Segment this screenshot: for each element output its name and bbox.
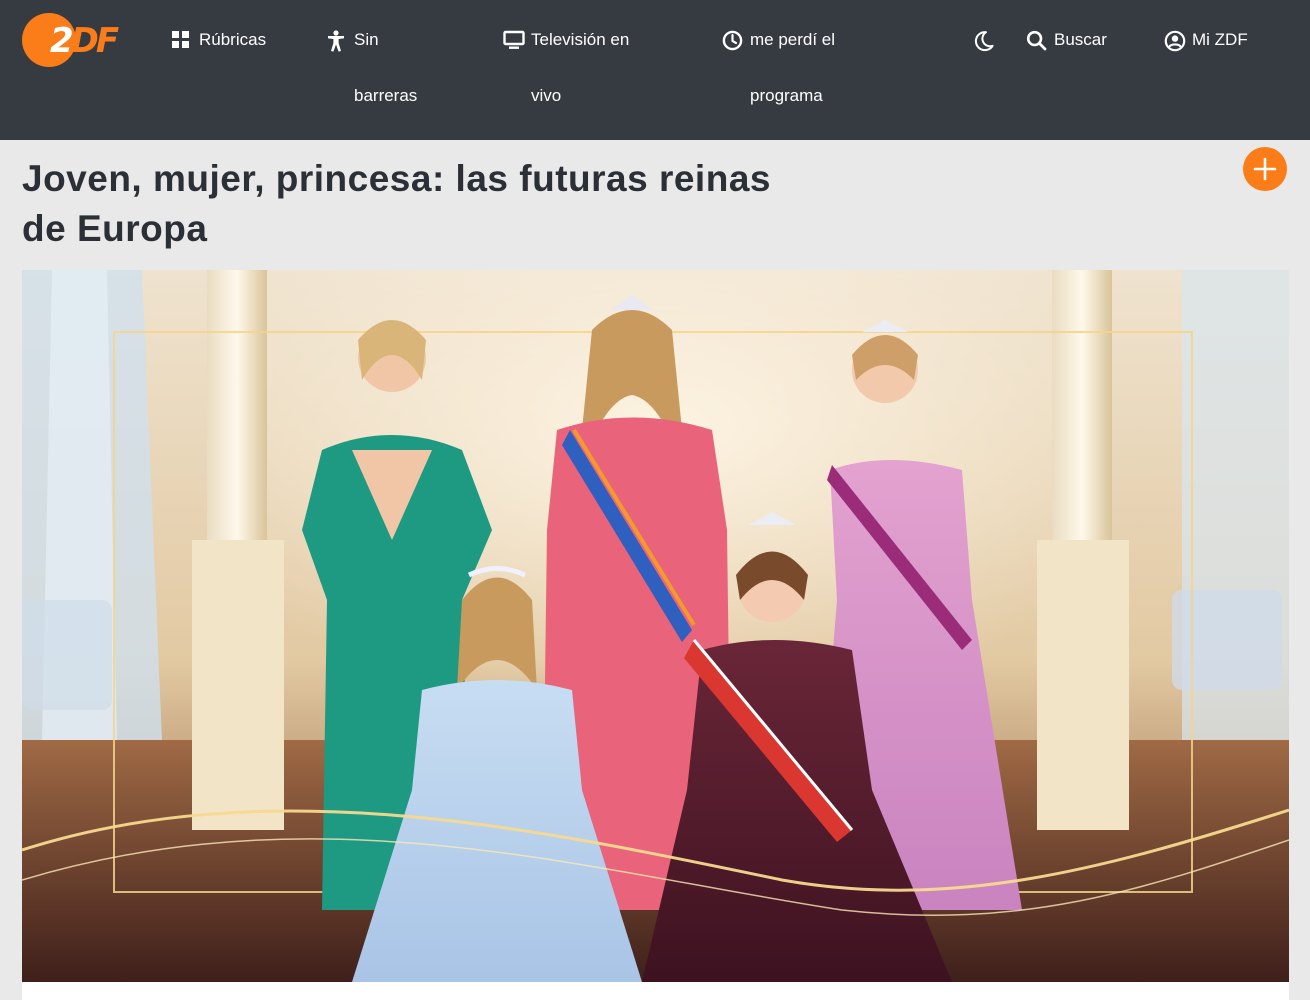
user-circle-icon xyxy=(1164,30,1186,52)
nav-sin-barreras-label-1: Sin xyxy=(354,30,379,49)
nav-me-perdi-label-2: programa xyxy=(750,86,823,105)
nav-television-label-1: Televisión en xyxy=(531,30,630,49)
nav-mi-zdf-label: Mi ZDF xyxy=(1192,30,1248,49)
moon-icon xyxy=(973,30,995,52)
zdf-logo[interactable]: 2DF xyxy=(22,13,119,69)
nav-me-perdi-label-1: me perdí el xyxy=(750,30,836,49)
clock-icon xyxy=(722,30,744,52)
nav-sin-barreras-label-2: barreras xyxy=(354,86,418,105)
plus-icon xyxy=(1253,157,1277,181)
nav-rubricas-label: Rúbricas xyxy=(199,30,267,49)
nav-television-label-2: vivo xyxy=(531,86,562,105)
nav-buscar-label: Buscar xyxy=(1054,30,1107,49)
tv-icon xyxy=(503,30,525,52)
logo-text: 2DF xyxy=(50,21,119,61)
search-icon xyxy=(1026,30,1048,52)
add-to-list-button[interactable] xyxy=(1243,147,1287,191)
content-card xyxy=(22,982,1289,1000)
accessibility-icon xyxy=(326,30,348,52)
hero-image[interactable] xyxy=(22,270,1289,982)
grid-icon xyxy=(171,30,193,52)
top-navigation-bar: 2DF Rúbricas Sin barreras Televisión en … xyxy=(0,0,1310,140)
page-title: Joven, mujer, princesa: las futuras rein… xyxy=(22,158,771,249)
